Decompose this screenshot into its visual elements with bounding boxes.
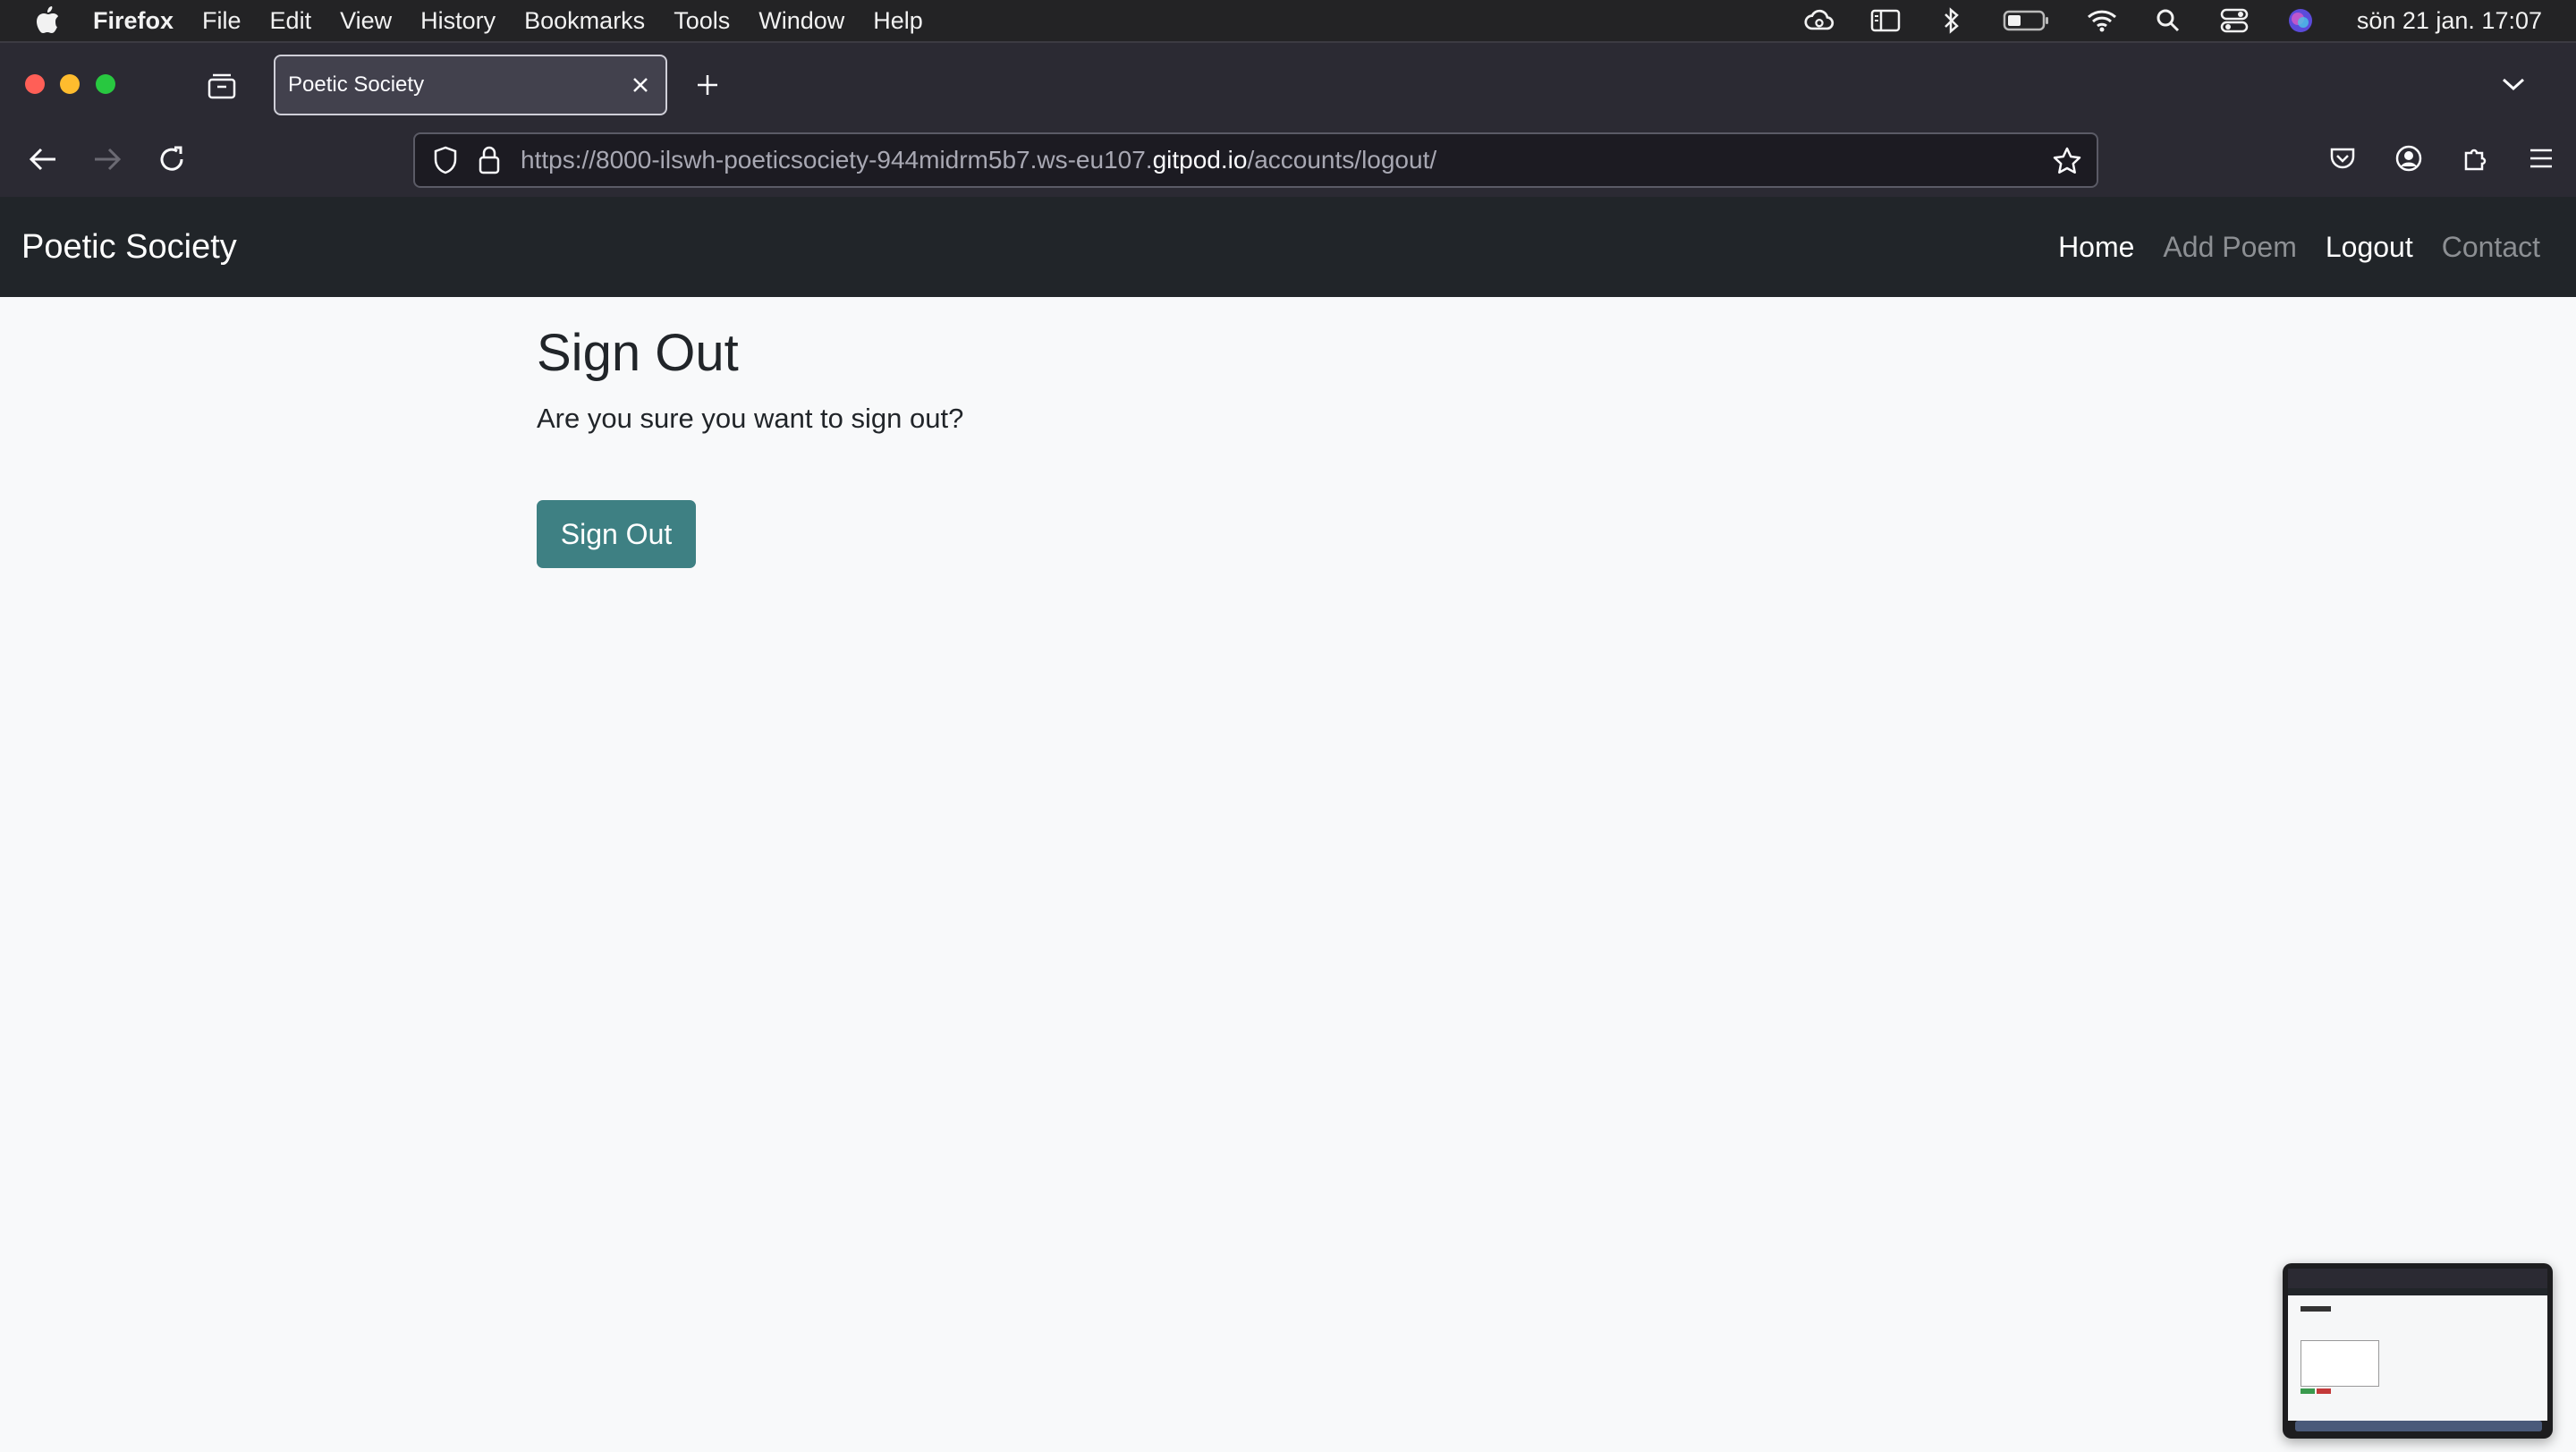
menu-bookmarks[interactable]: Bookmarks xyxy=(524,7,645,35)
menubar-status-area: sön 21 jan. 17:07 xyxy=(1804,0,2542,41)
menu-file[interactable]: File xyxy=(202,7,242,35)
thumbnail-navbar xyxy=(2288,1288,2547,1295)
window-zoom-button[interactable] xyxy=(96,74,115,94)
list-all-tabs-chevron-icon[interactable] xyxy=(2497,68,2529,100)
extensions-puzzle-icon[interactable] xyxy=(2458,141,2492,175)
tracking-protection-shield-icon[interactable] xyxy=(429,144,462,176)
thumbnail-heading xyxy=(2301,1306,2331,1312)
spotlight-search-icon[interactable] xyxy=(2153,5,2183,36)
site-nav-links: Home Add Poem Logout Contact xyxy=(2058,197,2540,297)
page-title: Sign Out xyxy=(537,324,739,382)
browser-toolbar: https://8000-ilswh-poeticsociety-944midr… xyxy=(0,123,2576,199)
site-brand[interactable]: Poetic Society xyxy=(21,228,237,267)
battery-icon[interactable] xyxy=(2003,5,2051,36)
creative-cloud-icon[interactable] xyxy=(1804,5,1835,36)
menu-tools[interactable]: Tools xyxy=(674,7,730,35)
thumbnail-green-button xyxy=(2301,1388,2315,1394)
back-arrow-icon[interactable] xyxy=(25,141,61,177)
hamburger-menu-icon[interactable] xyxy=(2524,141,2558,175)
thumbnail-textarea xyxy=(2301,1340,2379,1387)
nav-contact[interactable]: Contact xyxy=(2442,231,2540,264)
menu-app-name[interactable]: Firefox xyxy=(93,7,174,35)
menu-edit[interactable]: Edit xyxy=(270,7,312,35)
menu-view[interactable]: View xyxy=(340,7,392,35)
screenshot-thumbnail-preview[interactable] xyxy=(2283,1263,2553,1439)
browser-tab-strip: Poetic Society xyxy=(0,41,2576,125)
macos-menu-bar: Firefox File Edit View History Bookmarks… xyxy=(0,0,2576,41)
signout-content: Sign Out Are you sure you want to sign o… xyxy=(537,322,964,568)
new-tab-icon[interactable] xyxy=(692,70,723,100)
menu-window[interactable]: Window xyxy=(758,7,844,35)
url-text: https://8000-ilswh-poeticsociety-944midr… xyxy=(521,146,1436,174)
url-bar[interactable]: https://8000-ilswh-poeticsociety-944midr… xyxy=(413,132,2098,188)
nav-add-poem[interactable]: Add Poem xyxy=(2163,231,2296,264)
menu-help[interactable]: Help xyxy=(873,7,923,35)
menubar-clock[interactable]: sön 21 jan. 17:07 xyxy=(2357,7,2542,35)
lock-icon[interactable] xyxy=(476,144,503,176)
thumbnail-dock xyxy=(2295,1421,2542,1431)
thumbnail-browser-chrome xyxy=(2288,1269,2547,1288)
window-minimize-button[interactable] xyxy=(60,74,80,94)
sidebar-icon[interactable] xyxy=(1870,5,1901,36)
bluetooth-icon[interactable] xyxy=(1936,5,1967,36)
window-close-button[interactable] xyxy=(25,74,45,94)
reload-icon[interactable] xyxy=(154,141,190,177)
site-navbar: Poetic Society Home Add Poem Logout Cont… xyxy=(0,197,2576,297)
firefox-view-icon[interactable] xyxy=(204,68,240,104)
nav-logout[interactable]: Logout xyxy=(2326,231,2413,264)
tab-poetic-society[interactable]: Poetic Society xyxy=(274,55,667,115)
url-prefix: https://8000-ilswh-poeticsociety-944midr… xyxy=(521,146,1153,174)
sign-out-button[interactable]: Sign Out xyxy=(537,500,696,568)
apple-logo-icon[interactable] xyxy=(34,5,61,36)
tab-title: Poetic Society xyxy=(288,72,425,97)
wifi-icon[interactable] xyxy=(2087,5,2117,36)
account-icon[interactable] xyxy=(2392,141,2426,175)
signout-confirmation-text: Are you sure you want to sign out? xyxy=(537,402,964,434)
pocket-icon[interactable] xyxy=(2326,141,2360,175)
bookmark-star-icon[interactable] xyxy=(2050,144,2084,178)
thumbnail-red-button xyxy=(2317,1388,2331,1394)
siri-icon[interactable] xyxy=(2285,5,2316,36)
nav-home[interactable]: Home xyxy=(2058,231,2134,264)
menu-history[interactable]: History xyxy=(420,7,496,35)
toolbar-right-icons xyxy=(2326,141,2558,175)
control-center-icon[interactable] xyxy=(2219,5,2250,36)
forward-arrow-icon[interactable] xyxy=(89,141,125,177)
url-path: /accounts/logout/ xyxy=(1247,146,1437,174)
tab-close-icon[interactable] xyxy=(628,72,653,98)
url-domain: gitpod.io xyxy=(1152,146,1248,174)
